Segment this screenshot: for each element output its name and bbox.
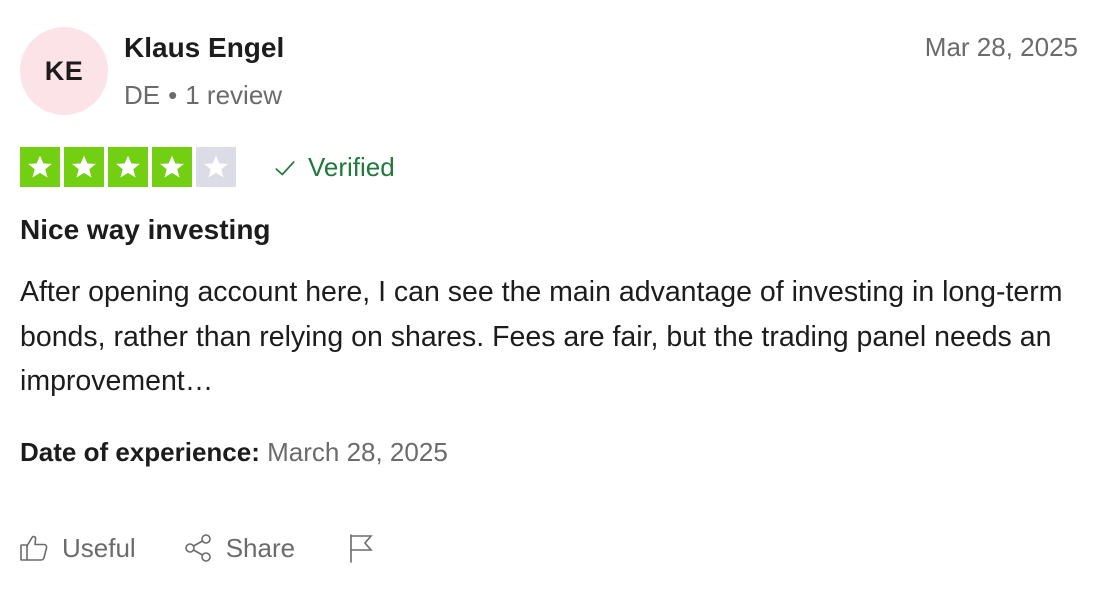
star-icon [72,155,96,178]
reviewer-country: DE [124,80,161,110]
review-card: KE Klaus Engel DE • 1 review Mar 28, 202… [0,0,1104,608]
star-1 [20,147,60,187]
reviewer-meta: DE • 1 review [124,80,282,111]
experience-label: Date of experience: [20,437,260,467]
useful-button[interactable]: Useful [18,532,136,564]
report-button[interactable] [345,532,377,564]
reviewer-review-count[interactable]: 1 review [185,80,282,111]
share-button[interactable]: Share [182,532,295,564]
verified-label: Verified [308,152,395,182]
meta-separator: • [168,80,178,110]
flag-icon [350,534,373,563]
useful-label: Useful [62,532,136,563]
review-title[interactable]: Nice way investing [20,214,271,246]
star-5 [196,147,236,187]
share-label: Share [225,532,296,563]
review-date: Mar 28, 2025 [924,32,1078,62]
star-icon [116,155,140,178]
star-icon [28,155,52,178]
star-icon [160,155,184,178]
star-icon [204,155,228,178]
experience-date: March 28, 2025 [267,437,448,467]
verified-badge[interactable]: Verified [272,152,395,183]
review-body: After opening account here, I can see th… [20,276,1063,397]
date-of-experience: Date of experience: March 28, 2025 [20,437,448,468]
review-actions: Useful Share [18,532,377,564]
reviewer-name[interactable]: Klaus Engel [124,32,284,64]
thumbs-up-icon [20,535,48,561]
share-icon [184,534,211,562]
star-2 [64,147,104,187]
avatar-initials: KE [44,55,84,86]
star-4 [152,147,192,187]
avatar[interactable]: KE [20,27,108,115]
star-3 [108,147,148,187]
checkmark-icon [275,160,295,175]
star-rating [20,147,236,187]
